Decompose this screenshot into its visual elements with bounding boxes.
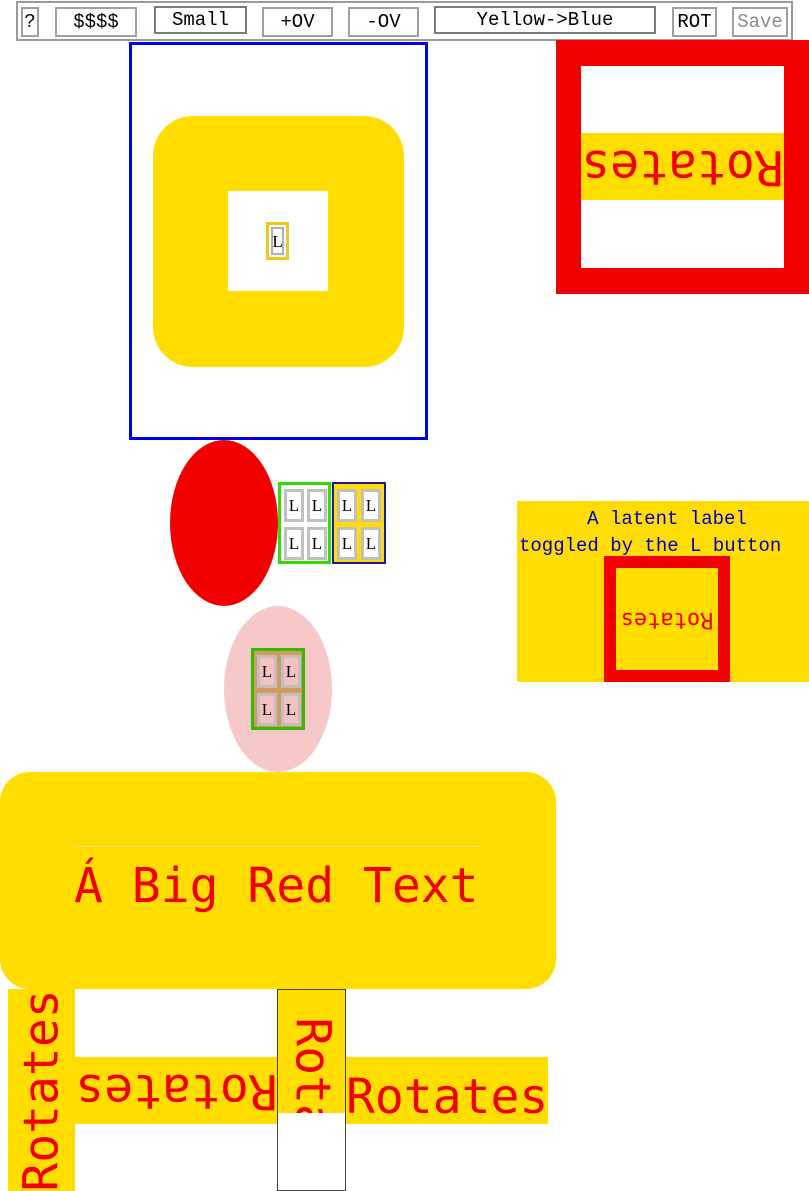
help-button[interactable]: ? xyxy=(21,7,39,37)
l-grid-blue: L L L L xyxy=(332,482,386,564)
l-cell-text: L xyxy=(288,496,300,515)
big-red-text: Á Big Red Text xyxy=(74,858,479,914)
rot-button[interactable]: ROT xyxy=(672,7,717,37)
money-button[interactable]: $$$$ xyxy=(55,7,137,37)
big-text-panel: Á Big Red Text xyxy=(0,772,556,989)
l-cell-text: L xyxy=(288,534,300,553)
clipped-column: Rotates xyxy=(277,989,346,1191)
l-cell[interactable]: L xyxy=(281,655,301,688)
yellow-rounded-square: L xyxy=(153,116,404,367)
l-cell[interactable]: L xyxy=(281,693,301,726)
l-cell-text: L xyxy=(365,534,377,553)
rotates-strip-normal: Rotates xyxy=(346,1057,548,1124)
rotates-label-normal: Rotates xyxy=(346,1069,548,1124)
minus-ov-button[interactable]: -OV xyxy=(348,7,419,37)
l-cell[interactable]: L xyxy=(284,489,304,522)
l-cell[interactable]: L xyxy=(284,527,304,560)
l-cell[interactable]: L xyxy=(361,527,381,560)
l-cell[interactable]: L xyxy=(307,527,327,560)
rotates-label-upside-down: Rotates xyxy=(581,139,784,195)
rotates-label-flipped: Rotates xyxy=(75,1063,278,1119)
blue-frame: L xyxy=(129,42,428,440)
l-cell[interactable]: L xyxy=(361,489,381,522)
rotates-strip-upside-down: Rotates xyxy=(75,1057,278,1124)
save-button[interactable]: Save xyxy=(732,7,788,37)
l-cell[interactable]: L xyxy=(257,655,277,688)
l-cell[interactable]: L xyxy=(257,693,277,726)
l-grid-green: L L L L xyxy=(278,482,331,564)
l-cell-text: L xyxy=(365,496,377,515)
rotates-label-vertical: Rotates xyxy=(13,989,69,1191)
rotates-clipped-strip: Rotates xyxy=(278,990,345,1113)
latent-label-line1: A latent label xyxy=(587,508,747,530)
l-grid-pink: L L L L xyxy=(251,648,305,730)
l-cell[interactable]: L xyxy=(337,489,357,522)
white-inner-square: L xyxy=(228,191,328,291)
l-cell-text: L xyxy=(261,662,273,681)
rotates-strip-top-right: Rotates xyxy=(581,133,784,200)
l-cell-text: L xyxy=(285,700,297,719)
l-cell-text: L xyxy=(341,496,353,515)
small-button[interactable]: Small xyxy=(154,6,247,34)
yellow-blue-button[interactable]: Yellow->Blue xyxy=(434,6,656,34)
divider xyxy=(75,846,479,847)
red-ellipse xyxy=(170,440,278,606)
l-cell-label: L xyxy=(271,227,284,255)
plus-ov-button[interactable]: +OV xyxy=(262,7,333,37)
l-cell-text: L xyxy=(261,700,273,719)
l-cell[interactable]: L xyxy=(307,489,327,522)
l-cell[interactable]: L xyxy=(337,527,357,560)
l-cell-text: L xyxy=(311,496,323,515)
rotates-strip-vertical: Rotates xyxy=(8,989,75,1191)
rotates-label-clipped: Rotates xyxy=(279,1004,346,1113)
l-toggle-cell[interactable]: L xyxy=(266,222,289,260)
toolbar: ? $$$$ Small +OV -OV Yellow->Blue ROT Sa… xyxy=(16,1,793,41)
red-frame-small: Rotates xyxy=(604,556,730,682)
l-cell-text: L xyxy=(341,534,353,553)
l-cell-text: L xyxy=(285,662,297,681)
l-cell-text: L xyxy=(311,534,323,553)
red-frame-top-right: Rotates xyxy=(556,40,809,294)
rotates-label-small: Rotates xyxy=(620,607,714,632)
white-panel: Rotates xyxy=(581,66,784,268)
latent-label-panel: A latent label toggled by the L button R… xyxy=(517,501,809,682)
